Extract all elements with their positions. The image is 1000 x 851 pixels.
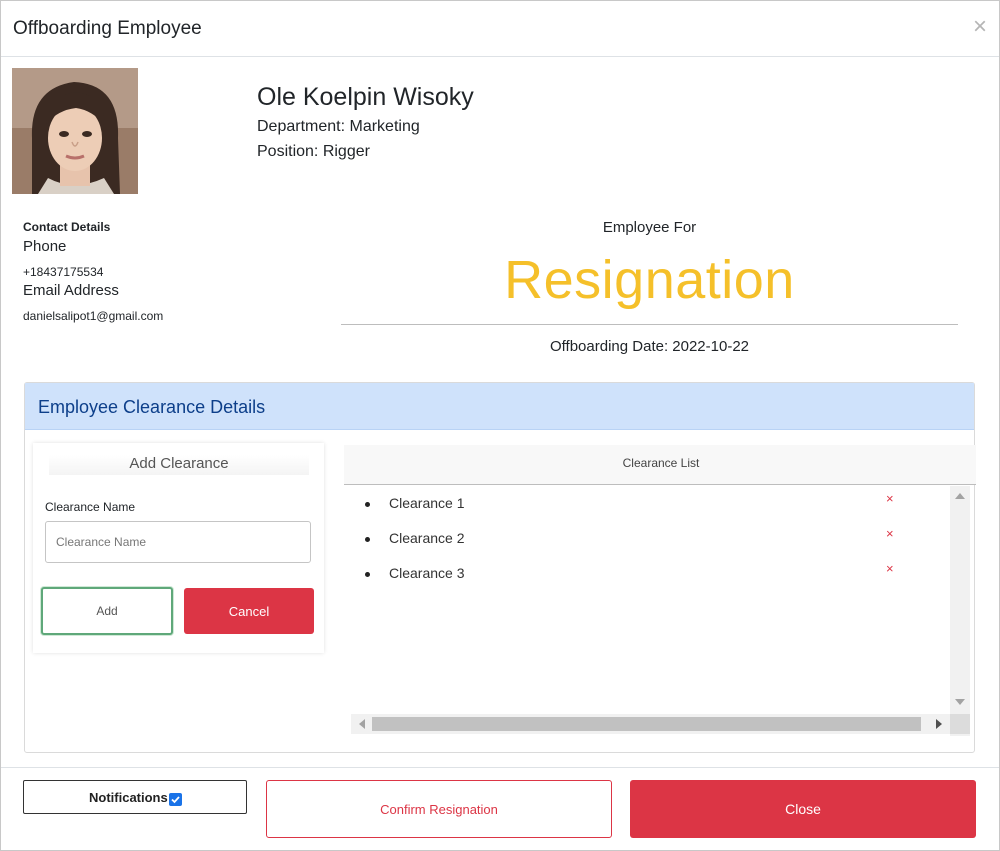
clearance-list-header: Clearance List xyxy=(344,445,976,485)
notifications-toggle[interactable]: Notifications xyxy=(23,780,247,814)
clearance-list[interactable]: Clearance 1 × Clearance 2 × Clearance 3 … xyxy=(351,486,970,736)
email-value: danielsalipot1@gmail.com xyxy=(23,309,164,323)
bullet-icon xyxy=(365,572,370,577)
modal-header: Offboarding Employee × xyxy=(1,1,999,57)
clearance-item-label: Clearance 2 xyxy=(389,530,465,546)
scroll-left-icon[interactable] xyxy=(359,719,365,729)
footer-divider xyxy=(1,767,999,768)
modal-title: Offboarding Employee xyxy=(13,18,202,39)
remove-clearance-icon[interactable]: × xyxy=(886,561,894,576)
close-button[interactable]: Close xyxy=(630,780,976,838)
phone-label: Phone xyxy=(23,238,67,255)
scroll-down-icon[interactable] xyxy=(955,699,965,705)
vertical-scrollbar[interactable] xyxy=(950,486,970,736)
close-icon[interactable]: × xyxy=(969,14,991,40)
list-item: Clearance 2 × xyxy=(358,526,918,549)
add-clearance-panel: Add Clearance Clearance Name Add Cancel xyxy=(33,443,324,653)
confirm-resignation-button[interactable]: Confirm Resignation xyxy=(266,780,612,838)
horizontal-scrollbar[interactable] xyxy=(351,714,950,734)
phone-value: +18437175534 xyxy=(23,265,104,279)
employee-photo-image xyxy=(12,68,138,194)
clearance-section-title: Employee Clearance Details xyxy=(38,397,266,417)
list-item: Clearance 1 × xyxy=(358,491,918,514)
scrollbar-corner xyxy=(950,714,970,734)
clearance-item-label: Clearance 3 xyxy=(389,565,465,581)
clearance-name-label: Clearance Name xyxy=(45,500,136,514)
clearance-name-input[interactable] xyxy=(45,521,311,563)
scroll-right-icon[interactable] xyxy=(936,719,942,729)
bullet-icon xyxy=(365,537,370,542)
offboarding-modal: Offboarding Employee × Ole Koelpin Wisok… xyxy=(0,0,1000,851)
clearance-card: Employee Clearance Details Add Clearance… xyxy=(24,382,976,753)
clearance-list-panel: Clearance List Clearance 1 × Clearance 2… xyxy=(344,445,976,737)
email-label: Email Address xyxy=(23,282,119,299)
cancel-button[interactable]: Cancel xyxy=(184,588,314,634)
employee-department: Department: Marketing xyxy=(257,118,420,135)
remove-clearance-icon[interactable]: × xyxy=(886,491,894,506)
add-clearance-title: Add Clearance xyxy=(49,455,309,475)
divider xyxy=(341,324,958,325)
list-item: Clearance 3 × xyxy=(358,561,918,584)
scroll-up-icon[interactable] xyxy=(955,493,965,499)
employee-photo xyxy=(12,68,138,194)
remove-clearance-icon[interactable]: × xyxy=(886,526,894,541)
clearance-card-header: Employee Clearance Details xyxy=(25,383,974,430)
notifications-label: Notifications xyxy=(89,790,168,805)
contact-details-heading: Contact Details xyxy=(23,220,111,234)
offboarding-reason: Resignation xyxy=(504,250,795,310)
offboarding-date: Offboarding Date: 2022-10-22 xyxy=(549,338,750,355)
employee-name: Ole Koelpin Wisoky xyxy=(257,83,474,111)
clearance-list-title: Clearance List xyxy=(622,456,700,470)
employee-position: Position: Rigger xyxy=(257,143,370,160)
bullet-icon xyxy=(365,502,370,507)
clearance-item-label: Clearance 1 xyxy=(389,495,465,511)
scrollbar-thumb[interactable] xyxy=(372,717,921,731)
employee-for-label: Employee For xyxy=(602,219,697,236)
checkbox-checked-icon[interactable] xyxy=(169,793,182,806)
add-clearance-button[interactable]: Add xyxy=(41,587,173,635)
